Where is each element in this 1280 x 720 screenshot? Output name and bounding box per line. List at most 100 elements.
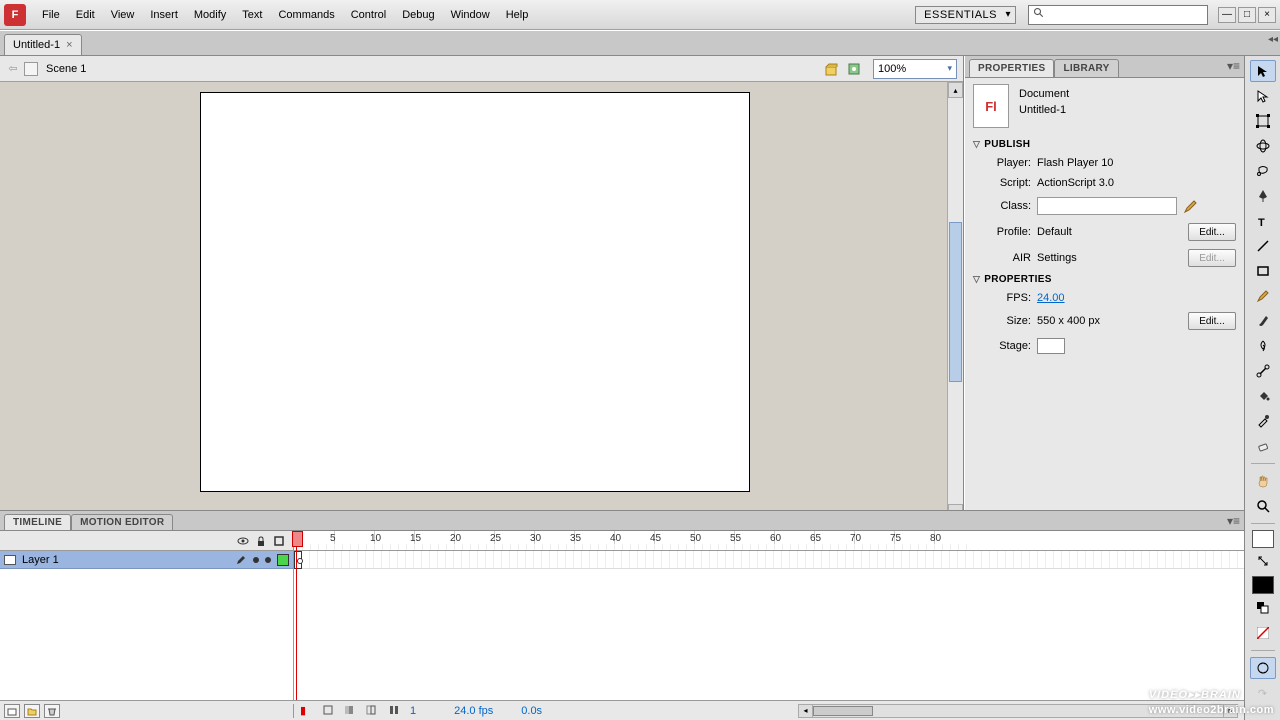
tab-timeline[interactable]: TIMELINE bbox=[4, 514, 71, 530]
menu-file[interactable]: File bbox=[34, 5, 68, 25]
properties-section-header[interactable]: PROPERTIES bbox=[973, 271, 1236, 288]
class-input[interactable] bbox=[1037, 197, 1177, 215]
hand-tool-icon[interactable] bbox=[1250, 470, 1276, 492]
stage-color-swatch[interactable] bbox=[1037, 338, 1065, 354]
frame-lane[interactable] bbox=[294, 551, 1244, 569]
pencil-tool-icon[interactable] bbox=[1250, 285, 1276, 307]
tab-motion-editor[interactable]: MOTION EDITOR bbox=[71, 514, 173, 530]
selection-tool-icon[interactable] bbox=[1250, 60, 1276, 82]
pen-tool-icon[interactable] bbox=[1250, 185, 1276, 207]
rectangle-tool-icon[interactable] bbox=[1250, 260, 1276, 282]
document-header: Fl Document Untitled-1 bbox=[973, 84, 1236, 128]
menu-debug[interactable]: Debug bbox=[394, 5, 442, 25]
app-icon: F bbox=[4, 4, 26, 26]
close-button[interactable]: × bbox=[1258, 7, 1276, 23]
search-input[interactable] bbox=[1049, 9, 1203, 21]
subselection-tool-icon[interactable] bbox=[1250, 85, 1276, 107]
snap-to-objects-icon[interactable] bbox=[1250, 657, 1276, 679]
bone-tool-icon[interactable] bbox=[1250, 360, 1276, 382]
collapse-panels-icon[interactable]: ◂◂ bbox=[1268, 34, 1278, 45]
edit-class-icon[interactable] bbox=[1183, 198, 1199, 214]
3d-rotation-tool-icon[interactable] bbox=[1250, 135, 1276, 157]
title-bar: F File Edit View Insert Modify Text Comm… bbox=[0, 0, 1280, 30]
timeline-frames[interactable] bbox=[294, 551, 1244, 700]
publish-section-header[interactable]: PUBLISH bbox=[973, 136, 1236, 153]
timeline-hscrollbar[interactable]: ◂ ▸ bbox=[798, 704, 1238, 718]
menu-edit[interactable]: Edit bbox=[68, 5, 103, 25]
panel-menu-icon[interactable]: ▾≡ bbox=[1227, 59, 1240, 73]
scene-name: Scene 1 bbox=[46, 63, 86, 75]
menu-commands[interactable]: Commands bbox=[270, 5, 342, 25]
menu-view[interactable]: View bbox=[103, 5, 143, 25]
stroke-color-swatch[interactable] bbox=[1252, 530, 1274, 548]
edit-symbols-icon[interactable] bbox=[845, 60, 863, 78]
no-color-icon[interactable] bbox=[1250, 622, 1276, 644]
timeline-footer: ▮ 1 24.0 fps 0.0s ◂ ▸ bbox=[0, 700, 1244, 720]
document-name: Untitled-1 bbox=[1019, 104, 1069, 116]
menu-text[interactable]: Text bbox=[234, 5, 270, 25]
layer-outline-swatch[interactable] bbox=[277, 554, 289, 566]
tab-library[interactable]: LIBRARY bbox=[1054, 59, 1118, 77]
search-box[interactable] bbox=[1028, 5, 1208, 25]
brush-tool-icon[interactable] bbox=[1250, 310, 1276, 332]
fill-color-swatch[interactable] bbox=[1252, 576, 1274, 594]
new-folder-button[interactable] bbox=[24, 704, 40, 718]
menu-window[interactable]: Window bbox=[443, 5, 498, 25]
fps-value[interactable]: 24.00 bbox=[1037, 292, 1065, 304]
scene-back-icon[interactable]: ⇦ bbox=[6, 62, 20, 76]
eraser-tool-icon[interactable] bbox=[1250, 435, 1276, 457]
menu-help[interactable]: Help bbox=[498, 5, 537, 25]
paint-bucket-tool-icon[interactable] bbox=[1250, 385, 1276, 407]
workspace-selector[interactable]: ESSENTIALS bbox=[915, 6, 1016, 24]
lasso-tool-icon[interactable] bbox=[1250, 160, 1276, 182]
smooth-icon[interactable]: ↷ bbox=[1250, 682, 1276, 704]
scroll-left-icon[interactable]: ◂ bbox=[799, 705, 813, 717]
size-edit-button[interactable]: Edit... bbox=[1188, 312, 1236, 330]
layer-row[interactable]: Layer 1 bbox=[0, 551, 293, 569]
eyedropper-tool-icon[interactable] bbox=[1250, 410, 1276, 432]
layer-name[interactable]: Layer 1 bbox=[22, 554, 59, 566]
onion-skin-icon[interactable] bbox=[344, 704, 358, 718]
stage-viewport[interactable]: ▴ ▾ ◂ ▸ bbox=[0, 82, 963, 536]
scroll-thumb[interactable] bbox=[949, 222, 962, 382]
layer-visible-dot[interactable] bbox=[253, 557, 259, 563]
text-tool-icon[interactable]: T bbox=[1250, 210, 1276, 232]
profile-edit-button[interactable]: Edit... bbox=[1188, 223, 1236, 241]
outline-icon[interactable] bbox=[273, 535, 285, 547]
layer-lock-dot[interactable] bbox=[265, 557, 271, 563]
menu-modify[interactable]: Modify bbox=[186, 5, 234, 25]
visibility-icon[interactable] bbox=[237, 535, 249, 547]
timeline-menu-icon[interactable]: ▾≡ bbox=[1227, 514, 1240, 528]
delete-layer-button[interactable] bbox=[44, 704, 60, 718]
lock-icon[interactable] bbox=[255, 535, 267, 547]
tab-properties[interactable]: PROPERTIES bbox=[969, 59, 1054, 77]
onion-outline-icon[interactable] bbox=[366, 704, 380, 718]
edit-scene-icon[interactable] bbox=[823, 60, 841, 78]
zoom-selector[interactable]: 100% bbox=[873, 59, 957, 79]
document-tab[interactable]: Untitled-1 × bbox=[4, 34, 82, 55]
swap-colors-icon[interactable] bbox=[1250, 551, 1276, 573]
timeline-ruler[interactable]: 5101520253035404550556065707580 bbox=[294, 531, 1244, 550]
edit-multiple-frames-icon[interactable] bbox=[388, 704, 402, 718]
deco-tool-icon[interactable] bbox=[1250, 335, 1276, 357]
zoom-value: 100% bbox=[878, 63, 906, 75]
minimize-button[interactable]: — bbox=[1218, 7, 1236, 23]
scroll-right-icon[interactable]: ▸ bbox=[1223, 705, 1237, 717]
document-tab-close[interactable]: × bbox=[66, 39, 72, 51]
scroll-up-icon[interactable]: ▴ bbox=[948, 82, 963, 98]
zoom-tool-icon[interactable] bbox=[1250, 495, 1276, 517]
scroll-thumb[interactable] bbox=[813, 706, 873, 716]
playhead[interactable] bbox=[296, 531, 297, 700]
new-layer-button[interactable] bbox=[4, 704, 20, 718]
free-transform-tool-icon[interactable] bbox=[1250, 110, 1276, 132]
menu-control[interactable]: Control bbox=[343, 5, 394, 25]
black-white-icon[interactable] bbox=[1250, 597, 1276, 619]
center-frame-icon[interactable] bbox=[322, 704, 336, 718]
stage-canvas[interactable] bbox=[200, 92, 750, 492]
timeline-panel: TIMELINE MOTION EDITOR ▾≡ 51015202530354… bbox=[0, 510, 1244, 720]
line-tool-icon[interactable] bbox=[1250, 235, 1276, 257]
stage-vscrollbar[interactable]: ▴ ▾ bbox=[947, 82, 963, 520]
layer-active-icon bbox=[235, 554, 247, 566]
maximize-button[interactable]: □ bbox=[1238, 7, 1256, 23]
menu-insert[interactable]: Insert bbox=[142, 5, 186, 25]
